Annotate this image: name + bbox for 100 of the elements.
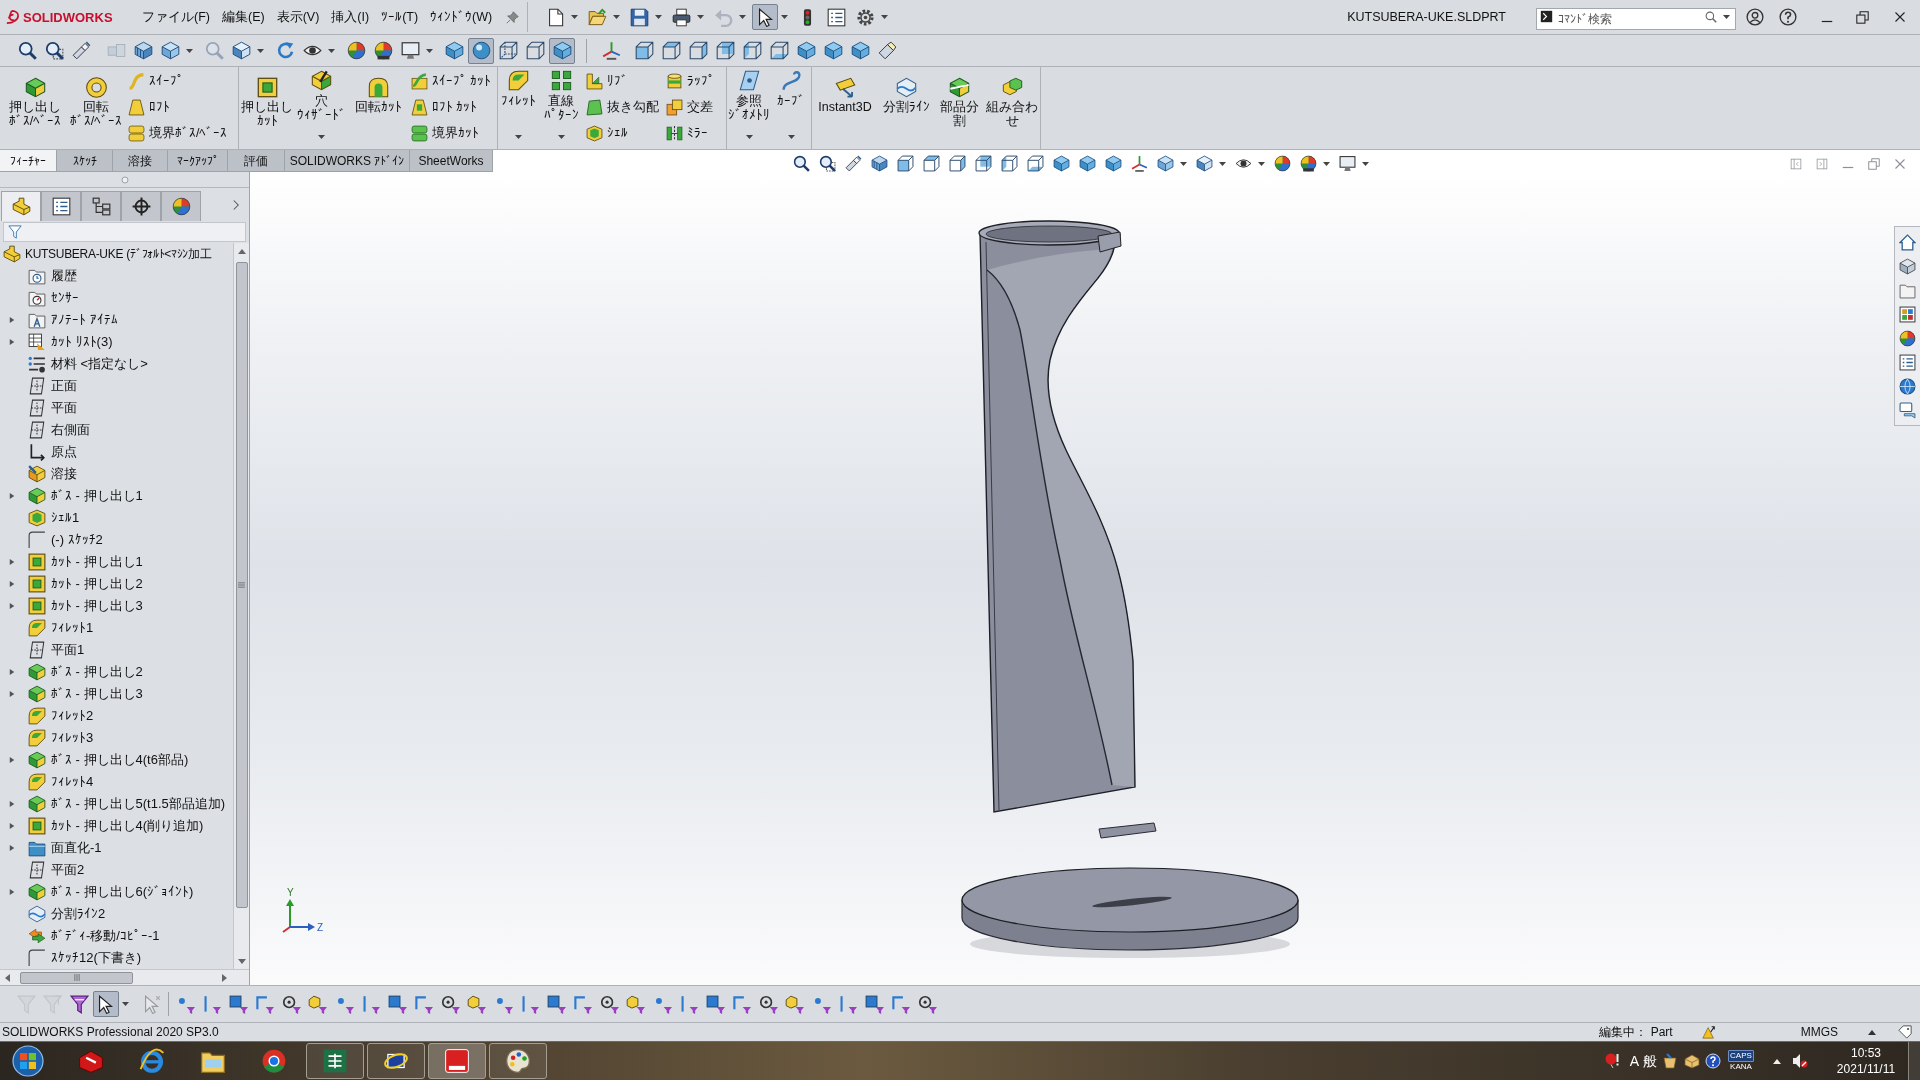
taskbar-app[interactable] <box>306 1043 364 1079</box>
zoom-icon[interactable] <box>792 155 810 172</box>
cube-button[interactable] <box>549 37 575 64</box>
wireframe-cube-icon[interactable] <box>922 155 940 172</box>
taskbar-app[interactable] <box>489 1043 547 1079</box>
scrollbar-thumb[interactable] <box>235 262 248 908</box>
caret-icon[interactable] <box>1258 161 1265 166</box>
ribbon-button[interactable]: ｽｲｰﾌﾟ <box>126 68 186 94</box>
caret-icon[interactable] <box>1723 15 1730 19</box>
tab[interactable]: ｽｹｯﾁ <box>57 150 113 171</box>
sphere-button[interactable] <box>468 37 494 64</box>
expander-icon[interactable] <box>9 492 15 500</box>
tree-item[interactable]: 平面2 <box>51 860 85 880</box>
expander-icon[interactable] <box>9 580 15 588</box>
image-gallery-icon[interactable] <box>1899 305 1916 323</box>
axis-icon[interactable] <box>1130 155 1148 172</box>
restore-icon[interactable] <box>1856 10 1869 24</box>
caret-icon[interactable] <box>426 48 433 53</box>
tree-item[interactable]: ﾎﾞｽ - 押し出し3 <box>51 684 143 704</box>
tree-item[interactable]: 平面 <box>51 398 77 418</box>
caret-icon[interactable] <box>317 135 325 139</box>
clock-date[interactable]: 2021/11/11 <box>1836 1061 1896 1077</box>
expander-icon[interactable] <box>9 756 15 764</box>
search-field[interactable]: ｺﾏﾝﾄﾞ検索 <box>1536 8 1736 30</box>
filter-field[interactable] <box>3 222 246 242</box>
scroll-down-icon[interactable] <box>237 958 246 964</box>
caret-icon[interactable] <box>781 15 789 19</box>
tree-item[interactable]: 履歴 <box>51 266 77 286</box>
tree-item[interactable]: ｶｯﾄ - 押し出し1 <box>51 552 143 572</box>
tree-item[interactable]: 面直化-1 <box>51 838 102 858</box>
tree-item[interactable]: ﾌｨﾚｯﾄ3 <box>51 728 94 748</box>
expander-icon[interactable] <box>9 822 15 830</box>
tree-item[interactable]: KUTSUBERA-UKE (ﾃﾞﾌｫﾙﾄ<ﾏｼﾝ加工 <box>25 245 212 263</box>
speaker-muted-icon[interactable] <box>1792 1053 1808 1069</box>
help-icon[interactable] <box>1779 8 1797 26</box>
ribbon-button[interactable]: ﾛﾌﾄ <box>126 94 172 120</box>
tab[interactable]: SOLIDWORKS ｱﾄﾞｲﾝ <box>285 150 410 171</box>
ribbon-button[interactable]: 境界ｶｯﾄ <box>409 120 481 146</box>
wireframe-cube-icon[interactable] <box>1000 155 1018 172</box>
caret-up-icon[interactable] <box>1868 1029 1876 1035</box>
clock-time[interactable]: 10:53 <box>1851 1045 1881 1061</box>
tree-item[interactable]: ﾎﾞｽ - 押し出し6(ｼﾞｮｲﾝﾄ) <box>51 882 194 902</box>
tree-item[interactable]: 右側面 <box>51 420 90 440</box>
tree-item[interactable]: ﾌｨﾚｯﾄ2 <box>51 706 94 726</box>
scrollbar[interactable] <box>0 969 249 985</box>
menu-item[interactable]: ファイル(F) <box>136 5 216 29</box>
caret-icon[interactable] <box>881 15 889 19</box>
grip-icon[interactable] <box>120 175 129 184</box>
ribbon-button[interactable]: 交差 <box>664 94 715 120</box>
minimize-icon[interactable] <box>1821 19 1833 23</box>
wireframe-cube-icon[interactable] <box>1026 155 1044 172</box>
ribbon-button[interactable]: ﾗｯﾌﾟ <box>664 68 717 94</box>
caret-icon[interactable] <box>1323 161 1330 166</box>
wireframe-cube-icon[interactable] <box>948 155 966 172</box>
units-text[interactable]: MMGS <box>1800 1023 1838 1041</box>
tree-item[interactable]: ｽｹｯﾁ12(下書き) <box>51 948 142 968</box>
expander-icon[interactable] <box>9 800 15 808</box>
wireframe-cube-icon[interactable] <box>896 155 914 172</box>
caret-icon[interactable] <box>514 135 522 139</box>
ribbon-button[interactable]: 回転 ﾎﾞｽ/ﾍﾞｰｽ <box>66 67 126 149</box>
tree-item[interactable]: ｶｯﾄ - 押し出し4(削り追加) <box>51 816 204 836</box>
ribbon-button[interactable]: 分割ﾗｲﾝ <box>878 67 934 149</box>
pointer-button[interactable] <box>92 991 119 1017</box>
scrollbar-thumb[interactable] <box>20 971 133 984</box>
ribbon-button[interactable]: ﾐﾗｰ <box>664 120 710 146</box>
caret-icon[interactable] <box>1180 161 1187 166</box>
chat-icon[interactable] <box>1899 401 1916 419</box>
tree-item[interactable]: 溶接 <box>51 464 77 484</box>
user-icon[interactable] <box>1746 8 1764 26</box>
scrollbar[interactable] <box>233 243 249 969</box>
show-desktop-button[interactable] <box>1908 1041 1920 1080</box>
caret-up-icon[interactable] <box>1773 1058 1781 1064</box>
tab[interactable]: ﾌｨｰﾁｬｰ <box>0 150 57 171</box>
tree-item[interactable]: ｶｯﾄ - 押し出し2 <box>51 574 143 594</box>
home-icon[interactable] <box>1899 233 1916 251</box>
caret-icon[interactable] <box>655 15 663 19</box>
taskbar-app[interactable] <box>428 1043 486 1079</box>
rebuild-icon[interactable] <box>1701 1025 1716 1039</box>
color-ball-icon[interactable] <box>1899 329 1916 347</box>
caret-icon[interactable] <box>1362 161 1369 166</box>
scroll-right-icon[interactable] <box>222 973 227 982</box>
caret-icon[interactable] <box>787 135 795 139</box>
monitor-icon[interactable] <box>1338 155 1356 172</box>
tag-icon[interactable] <box>1898 1025 1912 1039</box>
ribbon-button[interactable]: 直線 ﾊﾟﾀｰﾝ <box>538 67 584 149</box>
tree-item[interactable]: ｱﾉﾃｰﾄ ｱｲﾃﾑ <box>51 310 118 330</box>
tree-item[interactable]: ｶｯﾄ - 押し出し3 <box>51 596 143 616</box>
tree-item[interactable]: ﾎﾞｽ - 押し出し5(t1.5部品追加) <box>51 794 226 814</box>
panel-tab[interactable] <box>41 191 81 221</box>
menu-item[interactable]: 編集(E) <box>215 5 271 29</box>
cube-icon[interactable] <box>1104 155 1122 172</box>
tree-item[interactable]: ｾﾝｻｰ <box>51 288 79 308</box>
ribbon-button[interactable]: ﾘﾌﾞ <box>584 68 630 94</box>
caret-icon[interactable] <box>739 15 747 19</box>
cube-icon[interactable] <box>1195 155 1213 172</box>
parts-icon[interactable] <box>1899 257 1916 275</box>
ribbon-button[interactable]: Instant3D <box>812 67 878 149</box>
model-viewport[interactable]: Y Z <box>250 172 1920 985</box>
tree-item[interactable]: 正面 <box>51 376 77 396</box>
caret-icon[interactable] <box>557 135 565 139</box>
